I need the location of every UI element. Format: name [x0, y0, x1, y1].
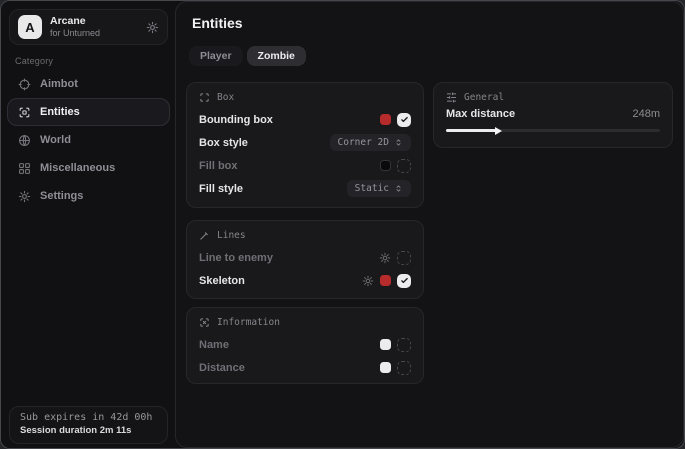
- information-card: Information Name Distance: [186, 307, 424, 384]
- name-label: Name: [199, 339, 380, 351]
- general-card-title: General: [464, 92, 504, 103]
- sub-expiry-text: Sub expires in 42d 00h: [20, 412, 157, 423]
- general-card-header: General: [446, 92, 660, 103]
- crosshair-icon: [18, 78, 31, 91]
- fill-style-value: Static: [355, 183, 389, 194]
- color-swatch[interactable]: [380, 339, 391, 350]
- skeleton-checkbox[interactable]: [397, 274, 411, 288]
- fill-box-row: Fill box: [199, 154, 411, 177]
- distance-row: Distance: [199, 356, 411, 379]
- info-scan-icon: [199, 317, 210, 328]
- scan-corners-icon: [199, 92, 210, 103]
- grid-icon: [18, 162, 31, 175]
- gear-icon[interactable]: [362, 275, 374, 287]
- bounding-box-row: Bounding box: [199, 108, 411, 131]
- sidebar-item-label: Settings: [40, 190, 83, 202]
- sidebar-item-entities[interactable]: Entities: [7, 98, 170, 126]
- color-swatch[interactable]: [380, 114, 391, 125]
- globe-icon: [18, 134, 31, 147]
- tab-player[interactable]: Player: [189, 46, 243, 66]
- distance-checkbox[interactable]: [397, 361, 411, 375]
- line-to-enemy-row: Line to enemy: [199, 246, 411, 269]
- app-subtitle: for Unturned: [50, 28, 138, 39]
- max-distance-value: 248m: [632, 108, 660, 120]
- lines-card: Lines Line to enemy Skeleton: [186, 220, 424, 299]
- gear-icon[interactable]: [146, 21, 159, 34]
- box-style-dropdown[interactable]: Corner 2D: [330, 134, 411, 151]
- box-card-title: Box: [217, 92, 234, 103]
- subscription-card: Sub expires in 42d 00h Session duration …: [9, 406, 168, 444]
- entities-icon: [18, 106, 31, 119]
- session-duration-text: Session duration 2m 11s: [20, 425, 157, 436]
- name-row: Name: [199, 333, 411, 356]
- sidebar: A Arcane for Unturned Category: [1, 1, 176, 448]
- lines-card-title: Lines: [217, 230, 246, 241]
- fill-box-label: Fill box: [199, 160, 380, 172]
- slider-thumb[interactable]: [495, 127, 502, 135]
- brand-card: A Arcane for Unturned: [9, 9, 168, 45]
- slider-fill: [446, 129, 497, 132]
- bounding-box-label: Bounding box: [199, 114, 380, 126]
- fill-style-row: Fill style Static: [199, 177, 411, 200]
- page-title: Entities: [192, 15, 243, 31]
- main-panel: Entities Player Zombie Box Bounding box: [175, 1, 684, 448]
- fill-box-checkbox[interactable]: [397, 159, 411, 173]
- app-title: Arcane: [50, 15, 138, 28]
- sidebar-item-settings[interactable]: Settings: [7, 182, 170, 210]
- name-checkbox[interactable]: [397, 338, 411, 352]
- chevrons-up-down-icon: [394, 184, 403, 193]
- max-distance-slider[interactable]: [446, 129, 660, 132]
- skeleton-label: Skeleton: [199, 275, 362, 287]
- color-swatch[interactable]: [380, 362, 391, 373]
- bounding-box-checkbox[interactable]: [397, 113, 411, 127]
- tab-zombie[interactable]: Zombie: [247, 46, 306, 66]
- sidebar-item-label: Aimbot: [40, 78, 78, 90]
- color-swatch[interactable]: [380, 275, 391, 286]
- sidebar-item-label: Entities: [40, 106, 80, 118]
- tab-bar: Player Zombie: [189, 46, 306, 66]
- app-logo: A: [18, 15, 42, 39]
- information-card-title: Information: [217, 317, 280, 328]
- box-style-row: Box style Corner 2D: [199, 131, 411, 154]
- sidebar-item-label: World: [40, 134, 71, 146]
- line-to-enemy-label: Line to enemy: [199, 252, 379, 264]
- line-to-enemy-checkbox[interactable]: [397, 251, 411, 265]
- lines-card-header: Lines: [199, 230, 411, 241]
- box-card-header: Box: [199, 92, 411, 103]
- sidebar-item-aimbot[interactable]: Aimbot: [7, 70, 170, 98]
- sidebar-item-miscellaneous[interactable]: Miscellaneous: [7, 154, 170, 182]
- sidebar-nav: Aimbot Entities World: [1, 70, 176, 210]
- chevrons-up-down-icon: [394, 138, 403, 147]
- distance-label: Distance: [199, 362, 380, 374]
- information-card-header: Information: [199, 317, 411, 328]
- fill-style-dropdown[interactable]: Static: [347, 180, 411, 197]
- app-window: A Arcane for Unturned Category: [0, 0, 685, 449]
- sidebar-item-label: Miscellaneous: [40, 162, 115, 174]
- box-card: Box Bounding box Box style Corner 2D: [186, 82, 424, 208]
- pencil-line-icon: [199, 230, 210, 241]
- box-style-label: Box style: [199, 137, 330, 149]
- max-distance-label: Max distance: [446, 108, 632, 120]
- sidebar-item-world[interactable]: World: [7, 126, 170, 154]
- max-distance-row: Max distance 248m: [446, 108, 660, 120]
- brand-text: Arcane for Unturned: [50, 15, 138, 38]
- color-swatch[interactable]: [380, 160, 391, 171]
- sliders-icon: [446, 92, 457, 103]
- category-label: Category: [15, 56, 53, 66]
- skeleton-row: Skeleton: [199, 269, 411, 292]
- box-style-value: Corner 2D: [338, 137, 389, 148]
- general-card: General Max distance 248m: [433, 82, 673, 148]
- gear-icon[interactable]: [379, 252, 391, 264]
- fill-style-label: Fill style: [199, 183, 347, 195]
- gear-icon: [18, 190, 31, 203]
